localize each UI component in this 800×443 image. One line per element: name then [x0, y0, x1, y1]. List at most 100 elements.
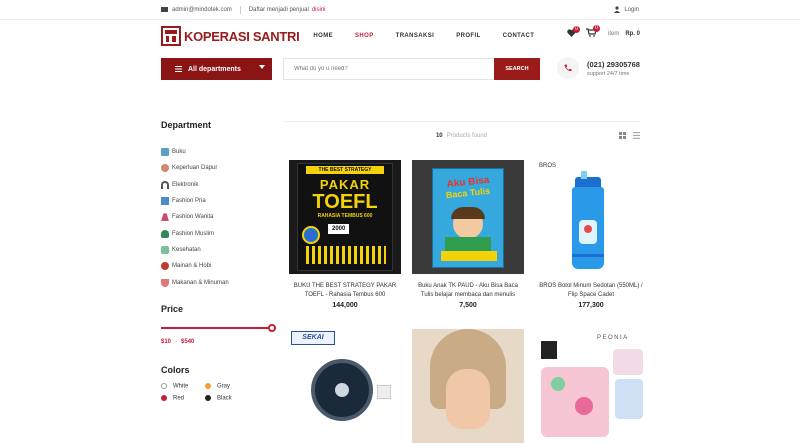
book-icon [161, 148, 169, 157]
book-title-line2: TOEFL [312, 191, 378, 213]
top-bar: admin@mindotek.com Daftar menjadi penjua… [0, 0, 800, 20]
phone-number: (021) 29305768 [587, 59, 640, 69]
logo-text: KOPERASI SANTRI [184, 28, 300, 44]
search-box: SEARCH [283, 58, 540, 80]
product-count-label: Products found [446, 133, 488, 139]
health-icon [161, 245, 169, 254]
category-label: Fashion Muslim [172, 230, 215, 237]
category-item-buku[interactable]: Buku [161, 144, 276, 160]
product-name[interactable]: BUKU THE BEST STRATEGY PAKAR TOEFL - Rah… [289, 282, 401, 299]
category-label: Mainan & Hobi [172, 263, 212, 270]
wishlist-button[interactable]: 0 [567, 25, 580, 39]
category-item-makanan-minuman[interactable]: Makanan & Minuman [161, 274, 276, 290]
logo[interactable]: KOPERASI SANTRI [161, 26, 300, 46]
color-swatch [205, 382, 211, 389]
hijab-icon [161, 229, 169, 238]
category-label: Kesehatan [172, 246, 201, 253]
color-option-white[interactable]: White [161, 382, 205, 389]
seller-text: Daftar menjadi penjual [248, 6, 309, 13]
color-label: Red [173, 395, 185, 402]
search-row: All departments SEARCH (021) 29305768 su… [0, 54, 800, 84]
product-price: 144,000 [332, 302, 358, 309]
food-icon [161, 278, 169, 287]
category-label: Buku [172, 149, 186, 156]
product-card[interactable]: THE BEST STRATEGY PAKAR TOEFL RAHASIA TE… [289, 160, 401, 309]
category-item-keperluan-dapur[interactable]: Keperluan Dapur [161, 160, 276, 176]
all-departments-button[interactable]: All departments [161, 58, 272, 80]
product-image[interactable]: PEONIA [535, 329, 647, 443]
product-card[interactable] [412, 329, 524, 443]
category-item-fashion-muslim[interactable]: Fashion Muslim [161, 225, 276, 241]
category-label: Makanan & Minuman [172, 279, 229, 286]
product-name[interactable]: Buku Anak TK PAUD - Aku Bisa Baca Tulis … [412, 282, 524, 299]
sidebar: Department Buku Keperluan Dapur Elektron… [161, 120, 276, 402]
brand-label: BROS [539, 163, 557, 169]
color-option-red[interactable]: Red [161, 395, 205, 402]
main-nav: HOME SHOP TRANSAKSI PROFIL CONTACT [313, 33, 534, 39]
product-image[interactable]: SEKAI [289, 329, 401, 443]
wishlist-badge: 0 [572, 25, 580, 33]
toy-icon [161, 262, 169, 271]
product-image[interactable]: Aku Bisa Baca Tulis [412, 160, 524, 274]
product-grid: THE BEST STRATEGY PAKAR TOEFL RAHASIA TE… [289, 160, 647, 443]
price-range: $10- $540 [161, 339, 276, 345]
book-title-line3: RAHASIA TEMBUS 600 [317, 213, 373, 219]
product-image[interactable]: BROS [535, 160, 647, 274]
headphones-icon [161, 180, 169, 189]
color-label: Black [217, 395, 232, 402]
category-item-fashion-pria[interactable]: Fashion Pria [161, 193, 276, 209]
nav-transaksi[interactable]: TRANSAKSI [396, 33, 435, 39]
seller-link[interactable]: disini [312, 7, 326, 13]
phone-icon [557, 57, 579, 79]
product-card[interactable]: Aku Bisa Baca Tulis Buku Anak TK PAUD - … [412, 160, 524, 309]
color-option-black[interactable]: Black [205, 395, 249, 402]
login-link[interactable]: Login [614, 6, 639, 13]
category-item-elektronik[interactable]: Elektronik [161, 177, 276, 193]
product-name[interactable]: BROS Botol Minum Sedotan (550ML) / Flip … [535, 282, 647, 299]
search-input[interactable] [284, 59, 494, 79]
category-item-fashion-wanita[interactable]: Fashion Wanita [161, 209, 276, 225]
product-card[interactable]: BROS BROS Botol Minum Sedotan (550ML) / … [535, 160, 647, 309]
category-label: Elektronik [172, 181, 199, 188]
color-option-gray[interactable]: Gray [205, 382, 249, 389]
product-area: 10 Products found THE BEST STRATEGY PAKA… [283, 120, 647, 443]
cart-label: item [607, 30, 620, 37]
dress-icon [161, 213, 169, 222]
product-card[interactable]: PEONIA [535, 329, 647, 443]
color-filter: White Gray Red Black [161, 382, 276, 402]
price-title: Price [161, 303, 184, 314]
price-slider[interactable] [161, 323, 276, 332]
book-top-text: THE BEST STRATEGY [306, 166, 384, 174]
department-title: Department [161, 120, 212, 130]
category-label: Fashion Wanita [172, 214, 214, 221]
price-slider-track [161, 326, 276, 329]
nav-home[interactable]: HOME [313, 33, 333, 39]
view-toggle [619, 132, 640, 139]
product-price: 177,300 [578, 302, 604, 309]
chevron-down-icon [259, 65, 265, 69]
book-badge: 2000 [328, 224, 350, 234]
list-view-icon[interactable] [633, 132, 640, 139]
cart-button[interactable]: 0 [585, 25, 600, 39]
header-icons: 0 0 item Rp. 0 [567, 25, 640, 39]
color-swatch [161, 395, 167, 402]
product-card[interactable]: SEKAI [289, 329, 401, 443]
header: KOPERASI SANTRI HOME SHOP TRANSAKSI PROF… [0, 20, 800, 52]
nav-contact[interactable]: CONTACT [503, 33, 535, 39]
nav-shop[interactable]: SHOP [355, 33, 374, 39]
category-item-kesehatan[interactable]: Kesehatan [161, 242, 276, 258]
price-slider-handle[interactable] [268, 323, 276, 332]
product-image[interactable]: THE BEST STRATEGY PAKAR TOEFL RAHASIA TE… [289, 160, 401, 274]
shirt-icon [161, 197, 169, 206]
category-label: Fashion Pria [172, 198, 206, 205]
all-departments-label: All departments [188, 65, 241, 73]
nav-profil[interactable]: PROFIL [456, 33, 480, 39]
product-image[interactable] [412, 329, 524, 443]
mail-icon [161, 7, 168, 12]
grid-view-icon[interactable] [619, 132, 626, 139]
search-button[interactable]: SEARCH [494, 58, 540, 80]
category-item-mainan-hobi[interactable]: Mainan & Hobi [161, 258, 276, 274]
color-swatch [161, 382, 167, 389]
price-separator: - [175, 338, 178, 345]
book-title-line1: PAKAR [319, 177, 371, 192]
